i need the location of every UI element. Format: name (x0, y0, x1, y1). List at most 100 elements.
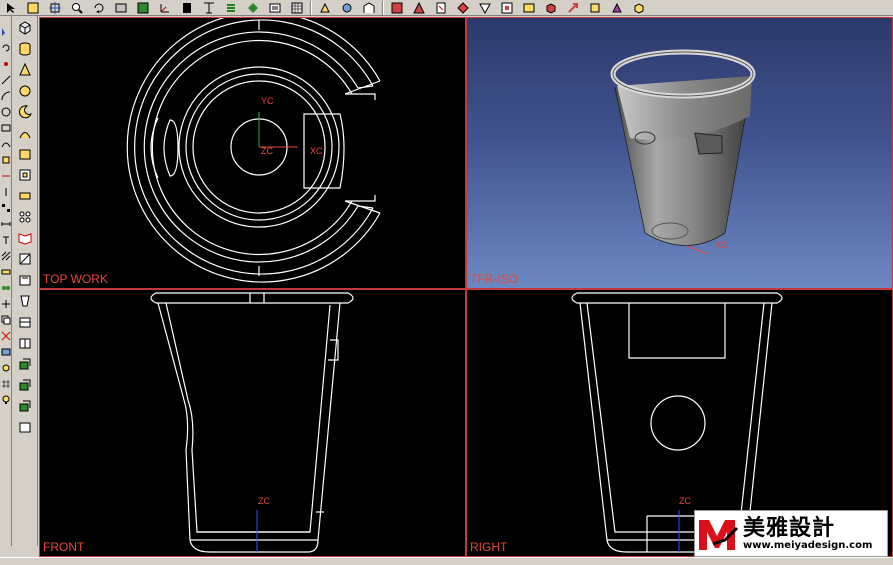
block-icon[interactable] (16, 19, 34, 37)
hidden-icon[interactable] (223, 1, 239, 15)
offset-icon[interactable] (1, 150, 11, 164)
subtract-icon[interactable] (16, 376, 34, 394)
delete-icon[interactable] (1, 326, 11, 341)
analysis-icon[interactable] (477, 1, 493, 15)
axis-label-zc: ZC (261, 146, 273, 156)
iso-view-shaded-model: XC (610, 49, 756, 255)
watermark-logo: 美雅設計 www.meiyadesign.com (694, 510, 888, 557)
chamfer-icon[interactable] (411, 1, 427, 15)
viewport-top[interactable]: YC ZC XC TOP WORK (39, 17, 466, 289)
box-icon[interactable] (587, 1, 603, 15)
line-icon[interactable] (1, 70, 11, 85)
trim-icon[interactable] (1, 166, 11, 177)
draft-icon[interactable] (16, 292, 34, 310)
dim-icon[interactable] (1, 214, 11, 226)
wcs-icon[interactable] (157, 1, 173, 15)
left-narrow-toolbar (0, 16, 12, 546)
display-icon[interactable] (521, 1, 537, 15)
wireframe-icon[interactable] (245, 1, 261, 15)
layout-icon[interactable] (499, 1, 515, 15)
feature-toolbar (13, 16, 38, 546)
group-icon[interactable] (1, 278, 11, 290)
axis-label-yc: YC (261, 96, 274, 106)
hatch-icon[interactable] (1, 246, 11, 261)
slot-icon[interactable] (16, 187, 34, 205)
viewport-label-right: RIGHT (470, 540, 508, 554)
snap-left-icon[interactable] (1, 358, 11, 372)
arc-icon[interactable] (1, 86, 11, 101)
pan-icon[interactable] (113, 1, 129, 15)
bulb-icon[interactable] (1, 390, 11, 404)
sphere-icon[interactable] (16, 82, 34, 100)
extrude-icon[interactable] (289, 1, 305, 15)
mirror-icon[interactable] (1, 182, 11, 196)
intersect-icon[interactable] (16, 397, 34, 415)
book-icon[interactable] (16, 229, 34, 247)
arrow-icon[interactable] (565, 1, 581, 15)
color-icon[interactable] (609, 1, 625, 15)
move-icon[interactable] (1, 294, 11, 308)
grid-icon[interactable] (1, 374, 11, 388)
rotate-icon[interactable] (91, 1, 107, 15)
pocket-icon[interactable] (16, 166, 34, 184)
viewport-front[interactable]: ZC FRONT (39, 289, 466, 557)
point-icon[interactable] (1, 54, 11, 66)
watermark-text: 美雅設計 www.meiyadesign.com (743, 516, 872, 552)
axis-label-xc: XC (310, 146, 323, 156)
solid-icon[interactable] (631, 1, 647, 15)
hole-icon[interactable] (339, 1, 355, 15)
viewport-label-top: TOP WORK (43, 272, 108, 286)
main-toolbar (0, 0, 893, 16)
array-icon[interactable] (1, 198, 11, 212)
blend-icon[interactable] (389, 1, 405, 15)
fit-icon[interactable] (47, 1, 63, 15)
split-icon[interactable] (16, 334, 34, 352)
viewport-label-front: FRONT (43, 540, 85, 554)
box-left-icon[interactable] (16, 145, 34, 163)
status-bar (0, 557, 893, 565)
shell-left-icon[interactable] (16, 271, 34, 289)
viewport-label-iso: TFR-ISO (470, 272, 518, 286)
front-view-wireframe: ZC (150, 292, 354, 553)
zoom-icon[interactable] (69, 1, 85, 15)
measure-icon[interactable] (1, 262, 11, 275)
axis-label-xc-iso: XC (715, 240, 728, 250)
boss-icon[interactable] (361, 1, 377, 15)
layer-left-icon[interactable] (1, 342, 11, 356)
rect-icon[interactable] (1, 118, 11, 132)
info-icon[interactable] (455, 1, 471, 15)
cad-application-window: YC ZC XC TOP WORK XC TFR-ISO ZC FRONT ZC… (0, 0, 893, 565)
meiya-logo-icon (699, 519, 739, 550)
layer-icon[interactable] (135, 1, 151, 15)
circle-icon[interactable] (1, 102, 11, 117)
toolbar-separator (310, 0, 312, 15)
cursor-icon[interactable] (3, 1, 19, 15)
snap-icon[interactable] (25, 1, 41, 15)
axis-label-zc-front: ZC (258, 496, 270, 506)
cylinder-icon[interactable] (16, 40, 34, 58)
unite-icon[interactable] (16, 355, 34, 373)
revolve-left-icon[interactable] (16, 124, 34, 142)
undo-icon[interactable] (1, 38, 11, 52)
pattern-icon[interactable] (16, 208, 34, 226)
viewport-iso[interactable]: XC TFR-ISO (466, 17, 893, 289)
hatch-left-icon[interactable] (16, 250, 34, 268)
copy-icon[interactable] (1, 310, 11, 325)
sketch-icon[interactable] (267, 1, 283, 15)
moon-icon[interactable] (16, 103, 34, 121)
sew-icon[interactable] (16, 418, 34, 436)
cone-icon[interactable] (16, 61, 34, 79)
top-view-wireframe: YC ZC XC (126, 18, 381, 283)
select-icon[interactable] (1, 22, 11, 36)
shell-icon[interactable] (433, 1, 449, 15)
cube-icon[interactable] (543, 1, 559, 15)
trim-body-icon[interactable] (16, 313, 34, 331)
watermark-chinese: 美雅設計 (743, 514, 836, 541)
revolve-icon[interactable] (317, 1, 333, 15)
render-icon[interactable] (179, 1, 195, 15)
shade-icon[interactable] (201, 1, 217, 15)
toolbar-separator (382, 0, 384, 15)
watermark-url: www.meiyadesign.com (743, 539, 873, 551)
text-icon[interactable] (1, 230, 11, 244)
spline-icon[interactable] (1, 134, 11, 148)
